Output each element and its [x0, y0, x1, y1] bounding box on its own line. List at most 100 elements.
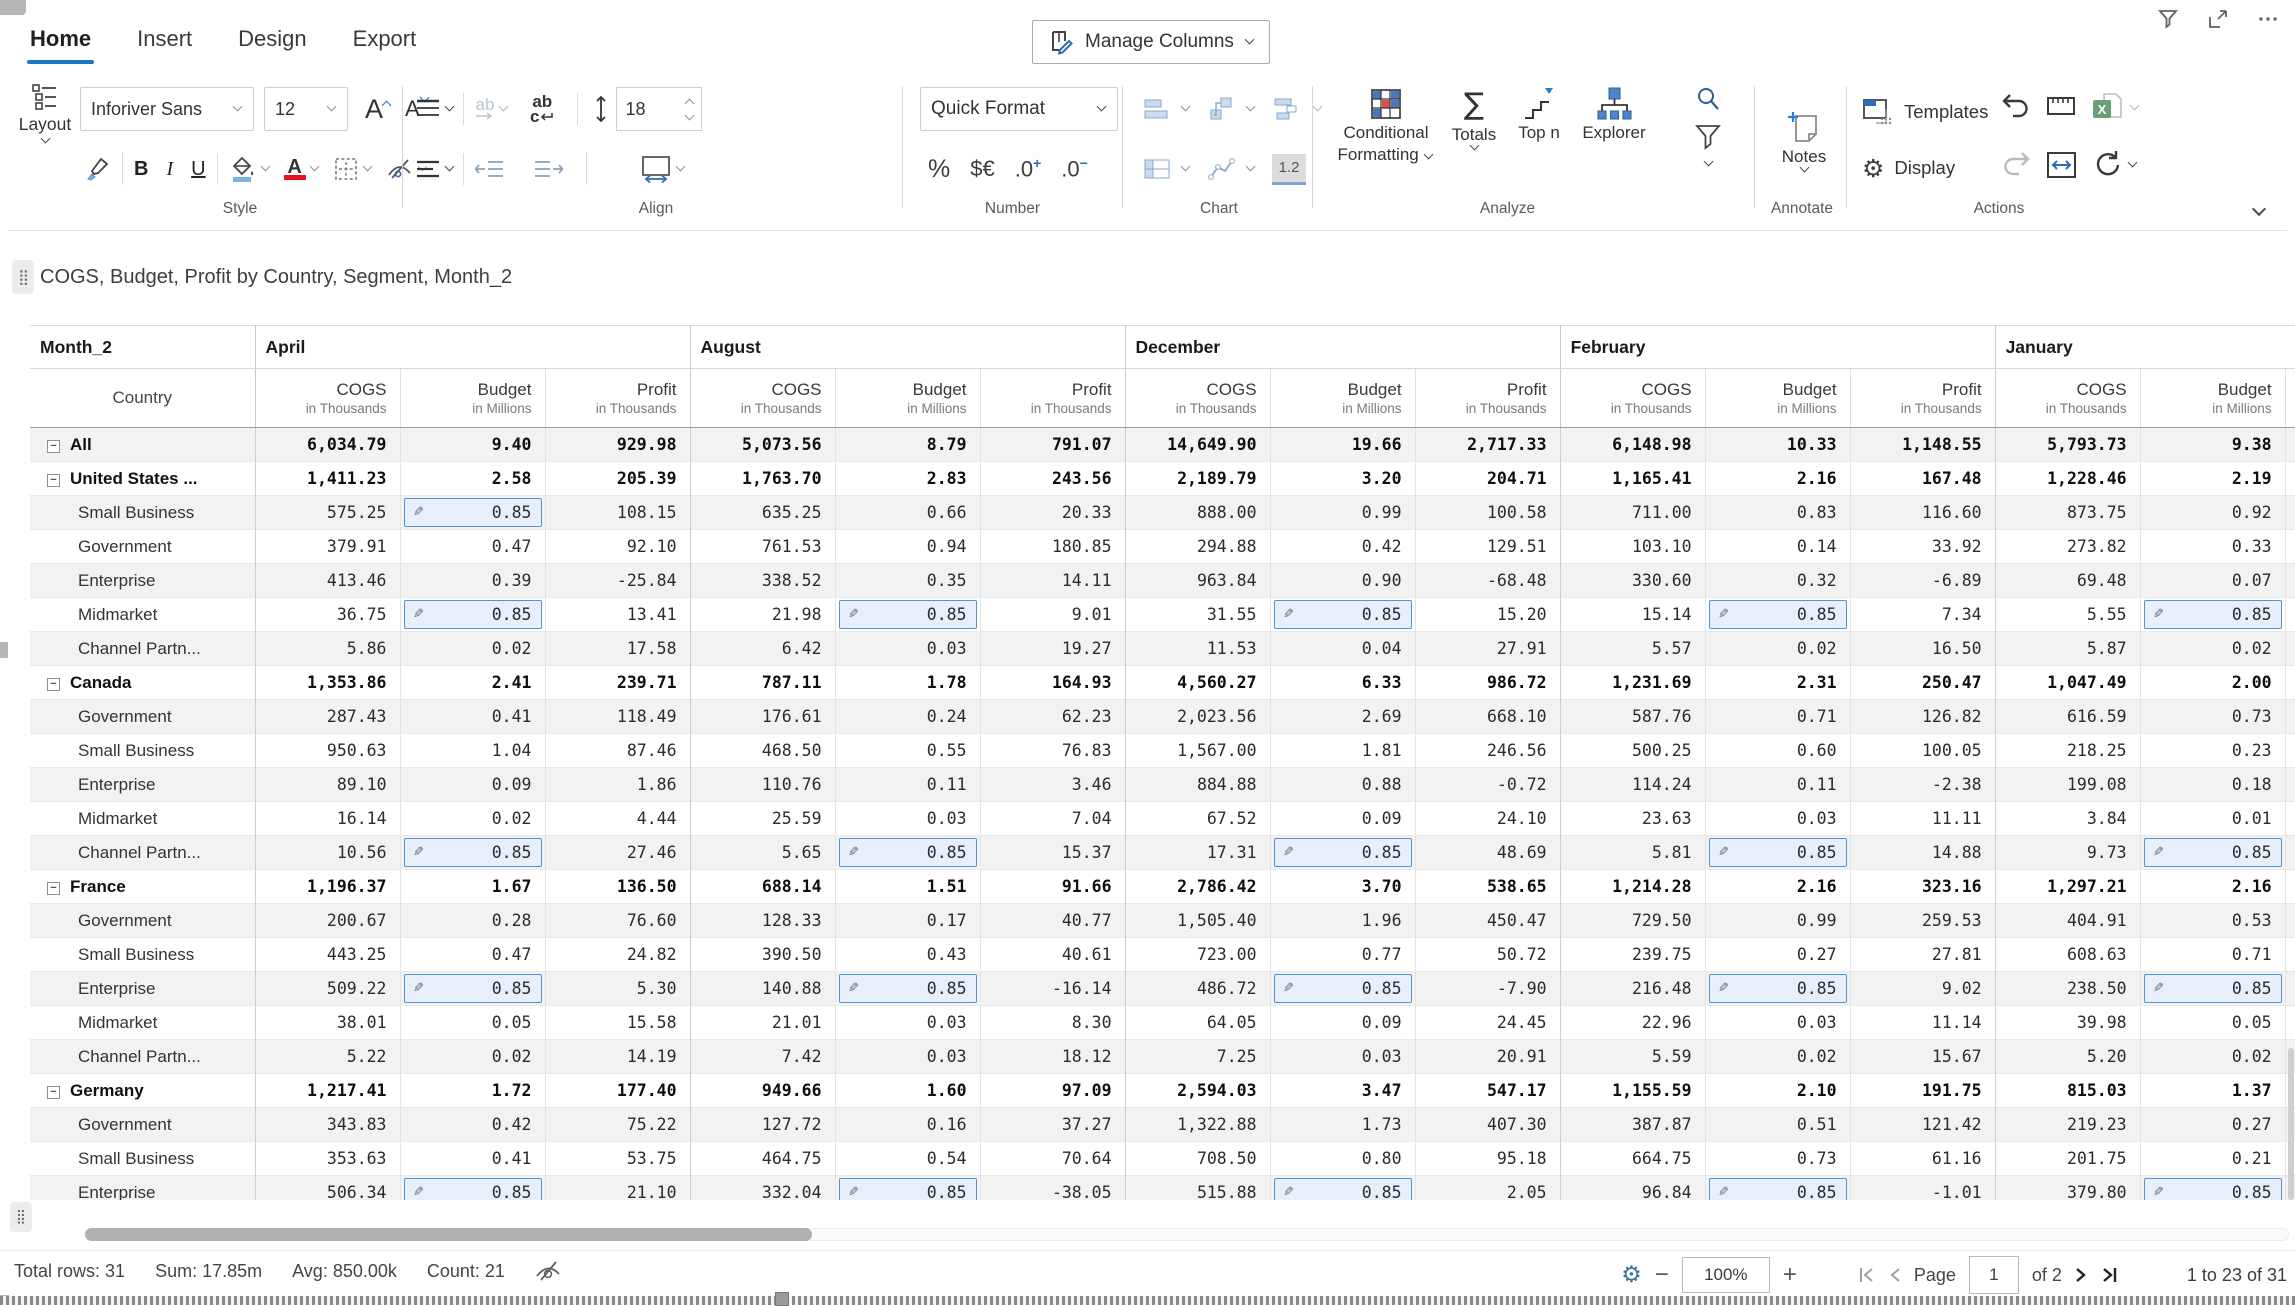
data-cell[interactable]: 1.86 [545, 768, 690, 802]
data-cell[interactable]: 19.27 [980, 632, 1125, 666]
data-cell[interactable]: 126.82 [1850, 700, 1995, 734]
data-cell[interactable]: 608.63 [1995, 938, 2140, 972]
data-cell[interactable]: 1.60 [835, 1074, 980, 1108]
row-label-cell[interactable]: Midmarket [30, 598, 255, 632]
data-cell[interactable]: 1.67 [400, 870, 545, 904]
data-cell[interactable]: 17.58 [545, 632, 690, 666]
data-cell[interactable]: 486.72 [1125, 972, 1270, 1006]
data-cell[interactable]: 0.23 [2140, 734, 2285, 768]
data-cell[interactable]: 11.11 [1850, 802, 1995, 836]
tab-home[interactable]: Home [30, 26, 91, 52]
data-cell[interactable]: 390.50 [690, 938, 835, 972]
editable-cell[interactable]: ✎0.85 [2140, 972, 2285, 1006]
data-cell[interactable]: 0.24 [835, 700, 980, 734]
collapse-icon[interactable]: − [47, 678, 60, 691]
data-cell[interactable]: 10.33 [1705, 428, 1850, 462]
data-cell[interactable]: 21.98 [690, 598, 835, 632]
data-cell[interactable]: 1,411.23 [255, 462, 400, 496]
data-cell[interactable]: 443.25 [255, 938, 400, 972]
zoom-in-button[interactable]: + [1783, 1265, 1797, 1285]
data-cell[interactable]: 1.72 [400, 1074, 545, 1108]
data-cell[interactable]: 5.59 [1560, 1040, 1705, 1074]
data-cell[interactable]: 22.96 [1560, 1006, 1705, 1040]
data-cell[interactable]: 0.28 [400, 904, 545, 938]
data-cell[interactable]: 16.50 [1850, 632, 1995, 666]
data-cell[interactable]: 24.10 [1415, 802, 1560, 836]
data-cell[interactable]: 0.17 [835, 904, 980, 938]
data-cell[interactable]: 199.08 [1995, 768, 2140, 802]
data-cell[interactable]: 4,560.27 [1125, 666, 1270, 700]
data-cell[interactable]: 24.82 [545, 938, 690, 972]
data-cell[interactable]: 515.88 [1125, 1176, 1270, 1201]
data-cell[interactable]: 1,148.55 [1850, 428, 1995, 462]
vertical-align-button[interactable] [412, 96, 444, 122]
editable-cell[interactable]: ✎0.85 [400, 496, 545, 530]
data-cell[interactable]: 0.03 [1705, 802, 1850, 836]
conditional-formatting-button[interactable]: Conditional Formatting [1330, 86, 1442, 166]
data-cell[interactable]: 2.31 [1705, 666, 1850, 700]
editable-cell[interactable]: ✎0.85 [1270, 598, 1415, 632]
data-cell[interactable]: 0.73 [1705, 1142, 1850, 1176]
chevron-down-icon[interactable] [1703, 157, 1713, 167]
data-cell[interactable]: 108.15 [545, 496, 690, 530]
data-cell[interactable]: 164.93 [980, 666, 1125, 700]
quick-format-select[interactable]: Quick Format [920, 87, 1118, 131]
data-cell[interactable]: 0.99 [1705, 904, 1850, 938]
data-cell[interactable]: 761.53 [690, 530, 835, 564]
data-cell[interactable]: 0.02 [400, 802, 545, 836]
editable-cell[interactable]: ✎0.85 [2140, 598, 2285, 632]
data-cell[interactable]: 723.00 [1125, 938, 1270, 972]
data-cell[interactable]: 75.22 [545, 1108, 690, 1142]
previous-page-button[interactable] [1889, 1267, 1901, 1283]
data-cell[interactable]: 343.83 [255, 1108, 400, 1142]
data-cell[interactable]: 9.01 [980, 598, 1125, 632]
data-cell[interactable]: 0.09 [1270, 802, 1415, 836]
data-cell[interactable]: 205.39 [545, 462, 690, 496]
data-cell[interactable]: 0.51 [1705, 1108, 1850, 1142]
data-cell[interactable]: 9.40 [400, 428, 545, 462]
row-label-cell[interactable]: Channel Partn... [30, 1040, 255, 1074]
data-cell[interactable]: 0.41 [400, 700, 545, 734]
data-cell[interactable]: 0.27 [2140, 1108, 2285, 1142]
data-cell[interactable]: 15.14 [1560, 598, 1705, 632]
data-cell[interactable]: 0.16 [835, 1108, 980, 1142]
data-cell[interactable]: 40.61 [980, 938, 1125, 972]
data-cell[interactable]: 180.85 [980, 530, 1125, 564]
data-cell[interactable]: 1.73 [1270, 1108, 1415, 1142]
filter-rows-icon[interactable] [1695, 124, 1721, 150]
data-cell[interactable]: 259.53 [1850, 904, 1995, 938]
data-cell[interactable]: 27.81 [1850, 938, 1995, 972]
ruler-button[interactable] [2046, 92, 2078, 122]
data-cell[interactable]: 0.03 [1705, 1006, 1850, 1040]
data-cell[interactable]: 0.02 [1705, 632, 1850, 666]
data-cell[interactable]: 87.46 [545, 734, 690, 768]
editable-cell[interactable]: ✎0.85 [400, 1176, 545, 1201]
data-cell[interactable]: 0.05 [400, 1006, 545, 1040]
data-cell[interactable]: 0.01 [2140, 802, 2285, 836]
data-cell[interactable]: 0.47 [400, 938, 545, 972]
data-cell[interactable]: 929.98 [545, 428, 690, 462]
title-drag-handle-icon[interactable]: ⣿ [12, 260, 34, 294]
editable-cell[interactable]: ✎0.85 [1705, 972, 1850, 1006]
data-cell[interactable]: 587.76 [1560, 700, 1705, 734]
data-cell[interactable]: 201.75 [1995, 1142, 2140, 1176]
percent-format-button[interactable]: % [928, 155, 950, 184]
data-cell[interactable]: 95.18 [1415, 1142, 1560, 1176]
data-cell[interactable]: 0.11 [1705, 768, 1850, 802]
data-cell[interactable]: 7.25 [1125, 1040, 1270, 1074]
data-cell[interactable]: 0.66 [835, 496, 980, 530]
data-cell[interactable]: 0.55 [835, 734, 980, 768]
data-cell[interactable]: 5.22 [255, 1040, 400, 1074]
data-cell[interactable]: 1.78 [835, 666, 980, 700]
data-cell[interactable]: 36.75 [255, 598, 400, 632]
data-cell[interactable]: 69.48 [1995, 564, 2140, 598]
table-chart-button[interactable] [1140, 155, 1174, 183]
editable-cell[interactable]: ✎0.85 [835, 972, 980, 1006]
data-cell[interactable]: 2.00 [2140, 666, 2285, 700]
data-cell[interactable]: -0.72 [1415, 768, 1560, 802]
data-cell[interactable]: 0.42 [1270, 530, 1415, 564]
data-cell[interactable]: 950.63 [255, 734, 400, 768]
data-cell[interactable]: 9.38 [2140, 428, 2285, 462]
zoom-out-button[interactable]: − [1655, 1265, 1669, 1285]
data-cell[interactable]: 191.75 [1850, 1074, 1995, 1108]
